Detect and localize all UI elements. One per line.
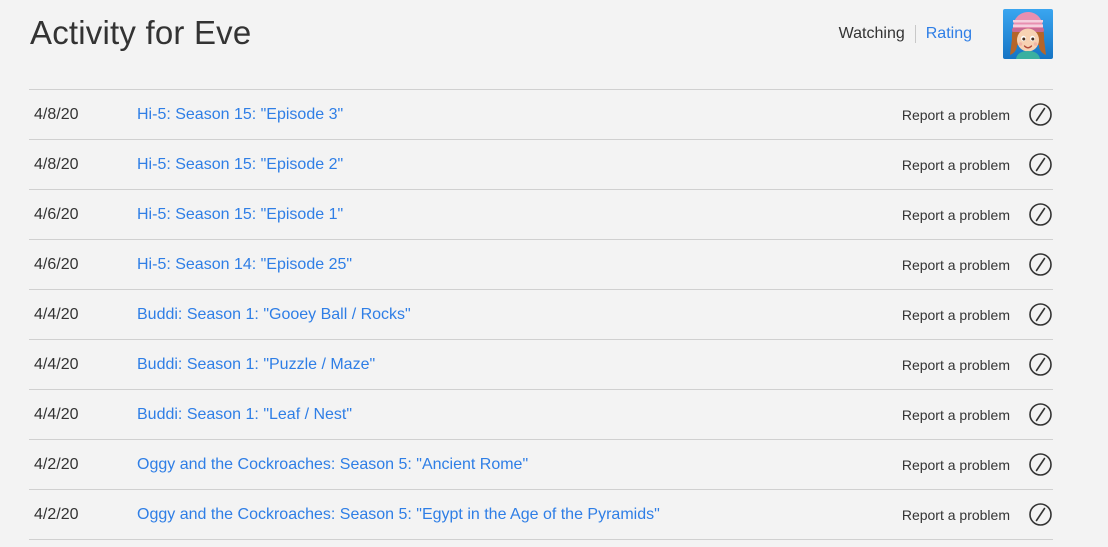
report-problem-link[interactable]: Report a problem [902,457,1010,473]
activity-date: 4/2/20 [34,456,79,473]
tab-watching[interactable]: Watching [839,25,915,43]
profile-avatar[interactable] [1003,9,1053,59]
activity-date: 4/6/20 [34,256,79,273]
activity-date: 4/8/20 [34,106,79,123]
activity-title-link[interactable]: Hi-5: Season 15: "Episode 1" [137,206,343,224]
activity-title-link[interactable]: Buddi: Season 1: "Gooey Ball / Rocks" [137,306,411,324]
profile-avatar-icon [1003,9,1053,59]
report-problem-link[interactable]: Report a problem [902,157,1010,173]
activity-title-link[interactable]: Oggy and the Cockroaches: Season 5: "Anc… [137,456,528,474]
activity-list: 4/8/20 Hi-5: Season 15: "Episode 3" Report… [29,89,1053,540]
report-problem-link[interactable]: Report a problem [902,357,1010,373]
activity-row: 4/4/20 Buddi: Season 1: "Leaf / Nest" Repo… [29,390,1053,440]
hide-from-history-icon[interactable] [1028,252,1053,277]
activity-row: 4/4/20 Buddi: Season 1: "Gooey Ball / Roc… [29,290,1053,340]
activity-date: 4/4/20 [34,306,79,323]
view-tabs: Watching Rating [839,25,972,43]
report-problem-link[interactable]: Report a problem [902,507,1010,523]
activity-title-link[interactable]: Oggy and the Cockroaches: Season 5: "Egy… [137,506,660,524]
activity-date: 4/4/20 [34,356,79,373]
viewing-activity-page: Activity for Eve Watching Rating 4/8/20 … [0,0,1108,547]
activity-date: 4/2/20 [34,506,79,523]
activity-row: 4/6/20 Hi-5: Season 14: "Episode 25" Repor… [29,240,1053,290]
tab-rating[interactable]: Rating [916,25,972,43]
activity-date: 4/6/20 [34,206,79,223]
page-title: Activity for Eve [30,14,252,51]
hide-from-history-icon[interactable] [1028,302,1053,327]
report-problem-link[interactable]: Report a problem [902,407,1010,423]
activity-title-link[interactable]: Hi-5: Season 15: "Episode 2" [137,156,343,174]
activity-row: 4/2/20 Oggy and the Cockroaches: Season 5… [29,440,1053,490]
activity-row: 4/4/20 Buddi: Season 1: "Puzzle / Maze" Re… [29,340,1053,390]
activity-row: 4/2/20 Oggy and the Cockroaches: Season 5… [29,490,1053,540]
hide-from-history-icon[interactable] [1028,402,1053,427]
activity-date: 4/8/20 [34,156,79,173]
activity-row: 4/6/20 Hi-5: Season 15: "Episode 1" Report… [29,190,1053,240]
activity-title-link[interactable]: Hi-5: Season 15: "Episode 3" [137,106,343,124]
hide-from-history-icon[interactable] [1028,152,1053,177]
hide-from-history-icon[interactable] [1028,502,1053,527]
hide-from-history-icon[interactable] [1028,452,1053,477]
activity-row: 4/8/20 Hi-5: Season 15: "Episode 2" Report… [29,140,1053,190]
activity-title-link[interactable]: Hi-5: Season 14: "Episode 25" [137,256,352,274]
report-problem-link[interactable]: Report a problem [902,207,1010,223]
hide-from-history-icon[interactable] [1028,102,1053,127]
activity-date: 4/4/20 [34,406,79,423]
report-problem-link[interactable]: Report a problem [902,257,1010,273]
report-problem-link[interactable]: Report a problem [902,107,1010,123]
activity-title-link[interactable]: Buddi: Season 1: "Puzzle / Maze" [137,356,375,374]
hide-from-history-icon[interactable] [1028,202,1053,227]
report-problem-link[interactable]: Report a problem [902,307,1010,323]
activity-row: 4/8/20 Hi-5: Season 15: "Episode 3" Report… [29,90,1053,140]
hide-from-history-icon[interactable] [1028,352,1053,377]
activity-title-link[interactable]: Buddi: Season 1: "Leaf / Nest" [137,406,352,424]
